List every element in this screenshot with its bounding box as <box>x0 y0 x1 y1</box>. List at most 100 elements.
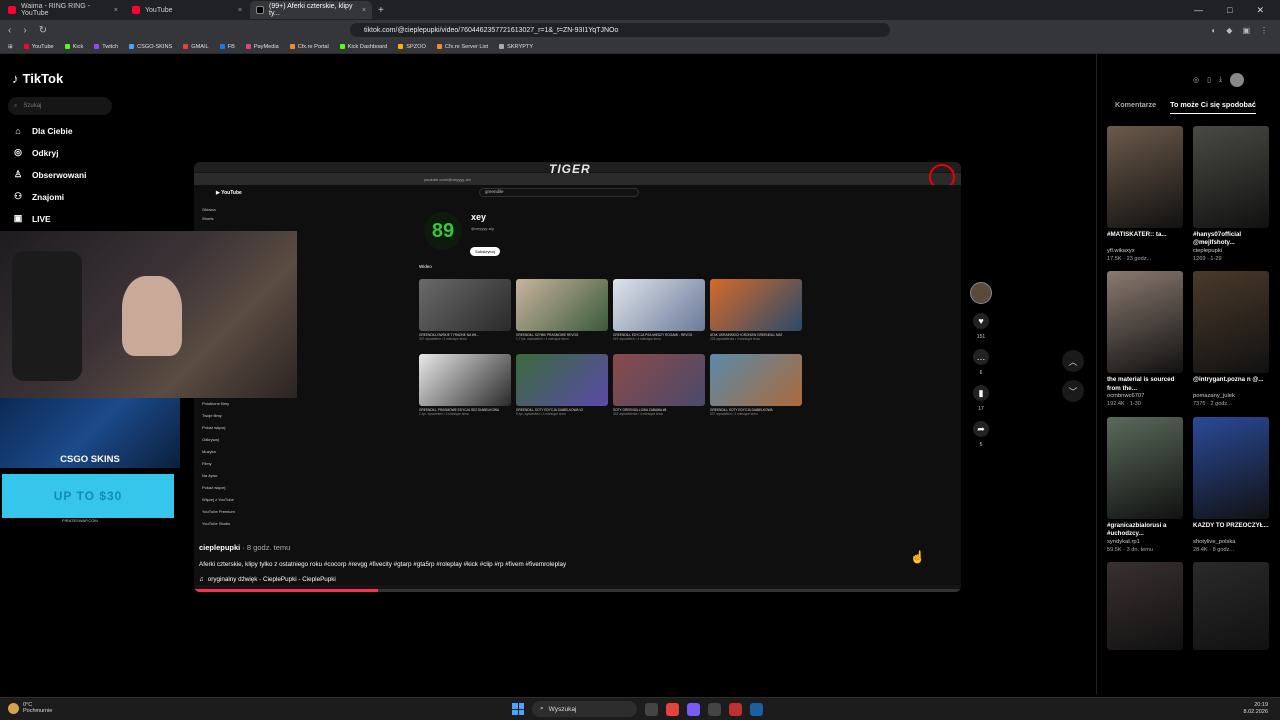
bookmark-icon[interactable]: ▮ <box>973 385 989 401</box>
bookmark[interactable]: YouTube <box>23 44 54 50</box>
menu-item-znajomi[interactable]: ⚇ Znajomi <box>12 190 86 203</box>
browser-app-icon[interactable] <box>666 702 679 716</box>
bookmark[interactable]: Kick <box>64 44 83 50</box>
bookmark[interactable]: SKRYPTY <box>499 44 533 50</box>
bookmark[interactable]: Kick Dashboard <box>339 44 387 50</box>
bookmark[interactable]: CSGO-SKINS <box>129 44 172 50</box>
video-thumbnail[interactable] <box>1107 126 1183 228</box>
maximize-icon[interactable]: □ <box>1227 5 1232 16</box>
tiktok-logo[interactable]: ♪ TikTok <box>12 71 63 86</box>
recommended-video-card[interactable] <box>1193 562 1269 653</box>
recommended-video-card[interactable]: #MATISKATER:: ta... yfl.wikaxyx 17.5K · 23… <box>1107 126 1183 263</box>
extension-icon[interactable]: ◆ <box>1226 26 1232 35</box>
tab-to-moze-ci-sie-spodobac[interactable]: To może Ci się spodobać <box>1170 100 1256 114</box>
obs-icon[interactable] <box>729 702 742 716</box>
browser-tab[interactable]: Waima - RING RING - YouTube × <box>2 1 124 19</box>
bookmark[interactable]: SPZOO <box>398 44 426 50</box>
bookmark[interactable]: Cfx.re Portal <box>289 44 329 50</box>
bookmark[interactable]: PayMedia <box>245 44 279 50</box>
search-input[interactable]: ⌕ Szukaj <box>8 97 112 115</box>
inner-video-card: GREENDILL EDYCJA PSA MIEDZY ROGAMI - REV… <box>613 279 705 342</box>
close-tab-icon[interactable]: × <box>362 7 366 14</box>
user-icon: ♙ <box>13 169 23 179</box>
video-time: · 8 godz. temu <box>240 543 291 552</box>
inner-video-card: GREENDILL SOTY EDYCJA DIABELKOWA 537 wyśw… <box>710 353 802 417</box>
like-count: 151 <box>976 334 986 340</box>
comment-icon[interactable]: … <box>973 349 989 365</box>
extension-icon[interactable]: ◐ <box>1211 26 1216 35</box>
extension-icon[interactable]: ▣ <box>1242 26 1250 35</box>
taskbar-search[interactable]: ⌕ Wyszukaj <box>532 701 637 717</box>
video-music[interactable]: ♫ oryginalny dźwięk - CieplePupki - Ciepl… <box>199 576 336 583</box>
menu-icon[interactable]: ⋮ <box>1260 26 1268 35</box>
recommended-author[interactable]: ocmbnwc6707 <box>1107 393 1183 401</box>
forward-icon[interactable]: › <box>23 25 26 36</box>
menu-item-dla-ciebie[interactable]: ⌂ Dla Ciebie <box>12 124 86 137</box>
file-explorer-icon[interactable] <box>645 702 658 716</box>
recommended-video-card[interactable]: KAŻDY TO PRZEOCZYŁ... shotylive_polska 28.… <box>1193 416 1269 554</box>
reload-icon[interactable]: ↻ <box>39 25 47 36</box>
menu-item-live[interactable]: ▣ LIVE <box>12 212 86 225</box>
extensions-area: ◐ ◆ ▣ ⋮ <box>1211 26 1280 35</box>
weather-widget[interactable]: 0°C Pochmurnie <box>8 702 52 714</box>
share-count: 5 <box>979 442 983 448</box>
video-author[interactable]: cieplepupki <box>199 543 240 552</box>
browser-tab-active[interactable]: (99+) Aferki czterskie, klipy ty... × <box>250 1 372 19</box>
recommended-video-card[interactable]: #hanys07official @mejlfshoty... cieplepup… <box>1193 126 1269 263</box>
new-tab-icon[interactable]: + <box>378 5 384 16</box>
profile-avatar[interactable] <box>1230 73 1245 87</box>
bookmark[interactable]: GMAIL <box>183 44 209 50</box>
video-progress-bar[interactable] <box>194 589 961 592</box>
recommended-author[interactable]: yfl.wikaxyx <box>1107 248 1183 256</box>
menu-item-odkryj[interactable]: ◎ Odkryj <box>12 146 86 159</box>
browser-tab[interactable]: YouTube × <box>126 1 248 19</box>
video-thumbnail[interactable] <box>1193 562 1269 651</box>
recommended-author[interactable]: syndykat.rp1 <box>1107 539 1183 547</box>
windows-start-icon[interactable] <box>512 703 524 715</box>
home-icon: ⌂ <box>15 125 21 136</box>
taskbar-clock[interactable]: 20:19 8.02.2026 <box>1244 702 1268 716</box>
tab-komentarze[interactable]: Komentarze <box>1115 100 1156 114</box>
inner-video-card: GREENDILL SZYBKI PRASMOWE REVOG 1,7 tys. … <box>516 279 608 342</box>
bookmark[interactable]: FB <box>219 44 235 50</box>
close-tab-icon[interactable]: × <box>114 7 118 14</box>
video-thumbnail[interactable] <box>1107 271 1183 374</box>
url-field[interactable]: tiktok.com/@cieplepupki/video/7604462357… <box>350 23 890 37</box>
share-icon[interactable]: ➦ <box>973 421 989 437</box>
recommended-video-card[interactable]: #granicazbialorusi a #uchodzcy... syndyka… <box>1107 416 1183 554</box>
bookmark[interactable]: Cfx.re Server List <box>436 44 488 50</box>
recommended-video-card[interactable]: the material is sourced from the... ocmbn… <box>1107 271 1183 408</box>
phone-icon[interactable]: ▯ <box>1207 76 1211 84</box>
recommended-author[interactable]: shotylive_polska <box>1193 539 1269 547</box>
back-icon[interactable]: ‹ <box>8 25 11 36</box>
video-thumbnail[interactable] <box>1193 416 1269 519</box>
inner-leftnav-lower: Polubione filmy Twoje filmy Pokaż więcej… <box>202 401 235 526</box>
recommended-video-card[interactable] <box>1107 562 1183 653</box>
discord-icon[interactable] <box>687 702 700 716</box>
recommended-author[interactable]: cieplepupki <box>1193 248 1269 256</box>
video-thumbnail[interactable] <box>1107 562 1183 651</box>
apps-icon[interactable]: ⊞ <box>8 44 13 50</box>
video-thumbnail[interactable] <box>1193 271 1269 374</box>
app-icon[interactable] <box>708 702 721 716</box>
download-icon[interactable]: ⤓ <box>1219 76 1222 84</box>
coin-icon[interactable]: ◎ <box>1193 76 1199 84</box>
bookmark[interactable]: Twitch <box>94 44 118 50</box>
creator-avatar[interactable] <box>970 282 992 304</box>
recommended-stats: 28.4K · 8 godz... <box>1193 546 1235 553</box>
like-icon[interactable]: ♥ <box>973 313 989 329</box>
recommended-author[interactable]: pomazany_julek <box>1193 393 1269 401</box>
video-thumbnail[interactable] <box>1193 126 1269 228</box>
mouse-cursor-icon: ☝ <box>910 550 925 564</box>
recommended-video-card[interactable]: @intrygant.pozna n @... pomazany_julek 737… <box>1193 271 1269 408</box>
minimize-icon[interactable]: — <box>1194 5 1203 16</box>
close-tab-icon[interactable]: × <box>238 7 242 14</box>
close-window-icon[interactable]: ✕ <box>1256 5 1264 16</box>
video-thumbnail[interactable] <box>1107 416 1183 519</box>
chevron-down-icon[interactable]: ﹀ <box>1062 380 1084 402</box>
video-player[interactable]: TIGER youtube.com/@xeyyyy-a/v ▶ YouTube … <box>194 162 961 592</box>
chevron-up-icon[interactable]: ︿ <box>1062 350 1084 372</box>
steam-icon[interactable] <box>750 702 763 716</box>
menu-item-obserwowani[interactable]: ♙ Obserwowani <box>12 168 87 181</box>
gaming-chair <box>12 251 82 381</box>
